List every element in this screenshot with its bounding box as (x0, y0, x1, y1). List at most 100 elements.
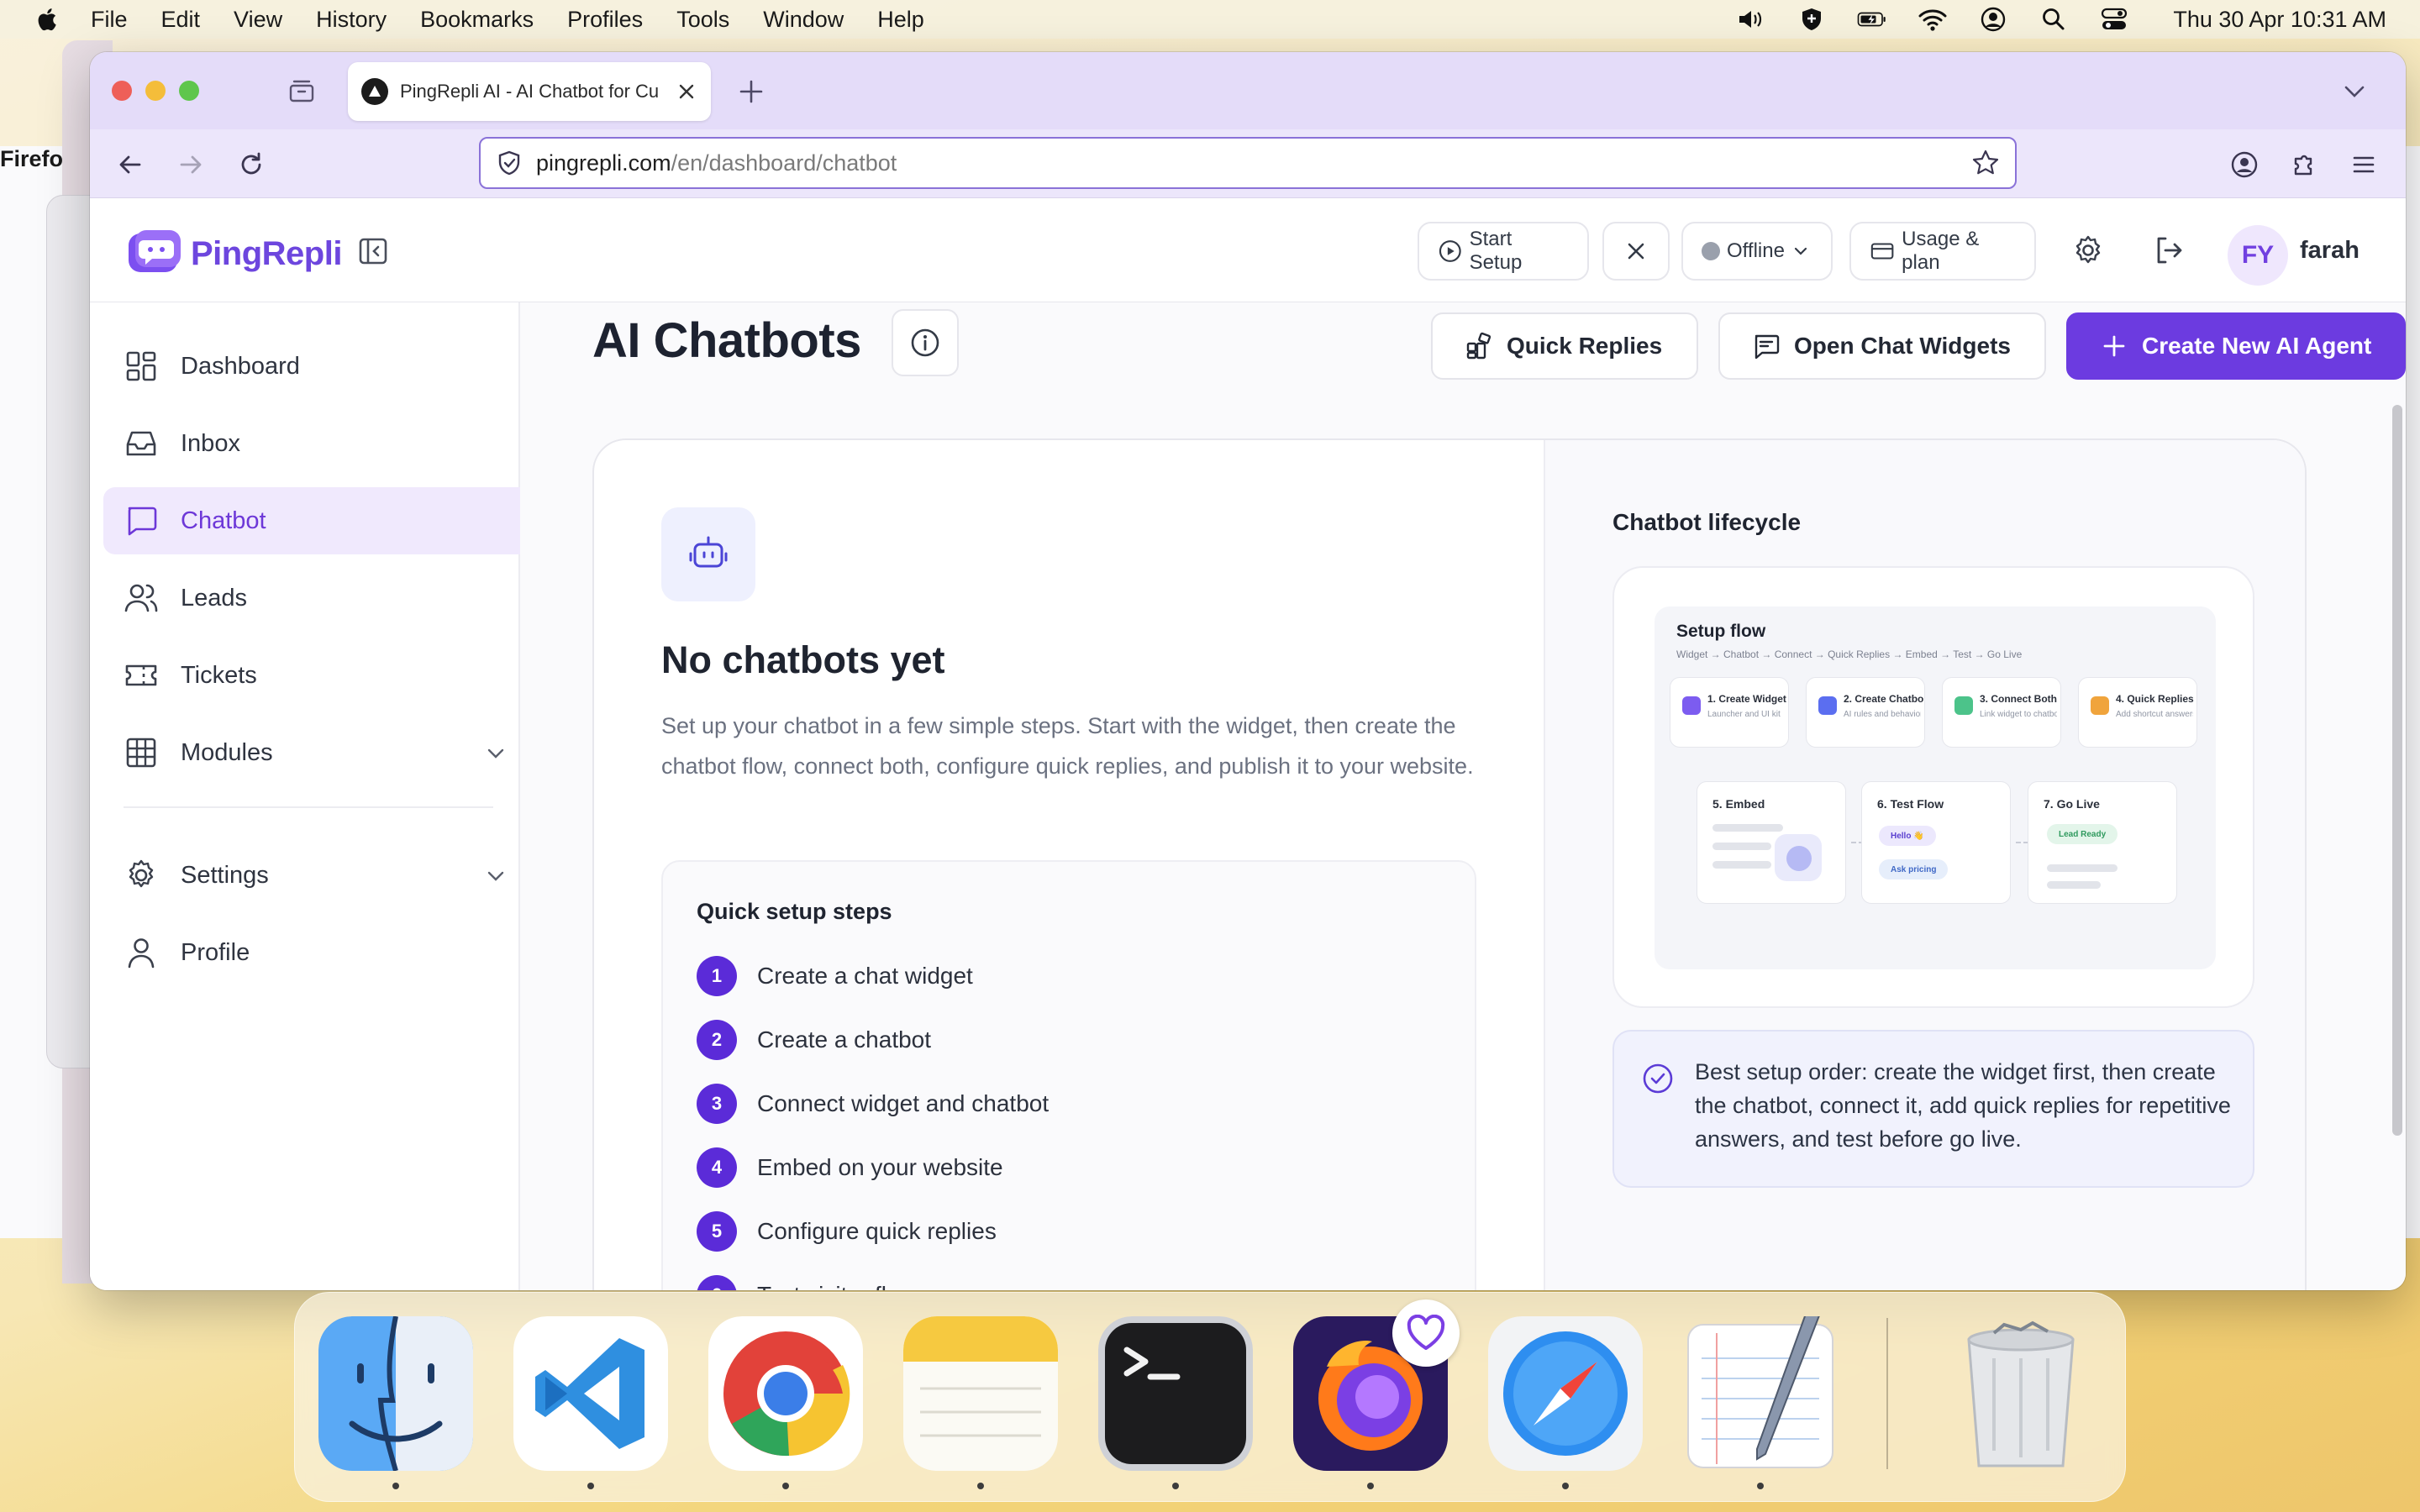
chatbot-lifecycle-panel: Chatbot lifecycle Setup flow Widget → Ch… (1544, 440, 2305, 1290)
sidebar-item-profile[interactable]: Profile (103, 919, 520, 986)
spotlight-search-icon[interactable] (2039, 7, 2069, 32)
menu-history[interactable]: History (316, 7, 387, 33)
flow-step-card: 1. Create Widget Launcher and UI kit (1670, 677, 1789, 748)
window-close-button[interactable] (112, 81, 132, 101)
navigation-toolbar: pingrepli.com/en/dashboard/chatbot (90, 129, 2406, 198)
volume-icon[interactable] (1736, 7, 1766, 32)
wifi-icon[interactable] (1918, 7, 1948, 32)
user-account-icon[interactable] (1978, 7, 2008, 32)
sidebar-item-chatbot[interactable]: Chatbot (103, 487, 520, 554)
menu-file[interactable]: File (91, 7, 128, 33)
tab-close-icon[interactable] (676, 81, 697, 102)
browser-tab-active[interactable]: PingRepli AI - AI Chatbot for Cu (348, 62, 711, 121)
sidebar-item-label: Profile (181, 938, 250, 966)
extensions-puzzle-icon[interactable] (2288, 148, 2322, 181)
dock-notes-icon[interactable] (903, 1316, 1058, 1471)
menu-window[interactable]: Window (763, 7, 844, 33)
brand-logo[interactable]: PingRepli (127, 228, 342, 279)
dock-textedit-icon[interactable] (1683, 1303, 1838, 1471)
app-menu-hamburger-icon[interactable] (2347, 148, 2381, 181)
new-tab-icon[interactable] (737, 77, 765, 106)
play-circle-icon (1439, 240, 1461, 262)
user-name[interactable]: farah (2300, 237, 2360, 265)
dock-terminal-icon[interactable] (1098, 1316, 1253, 1471)
vpn-shield-icon[interactable] (1797, 7, 1827, 32)
check-circle-icon (1643, 1063, 1673, 1094)
users-icon (124, 584, 158, 612)
page-scrollbar[interactable] (2392, 405, 2402, 1136)
window-minimize-button[interactable] (145, 81, 166, 101)
sidebar-item-settings[interactable]: Settings (103, 842, 520, 909)
inbox-icon (126, 431, 156, 456)
dock-trash-icon[interactable] (1944, 1316, 2098, 1471)
open-chat-widgets-label: Open Chat Widgets (1794, 333, 2011, 359)
menu-view[interactable]: View (234, 7, 282, 33)
menu-edit[interactable]: Edit (161, 7, 201, 33)
flow-step-sub: Add shortcut answers (2116, 710, 2193, 719)
site-security-shield-icon[interactable] (496, 150, 523, 176)
sidebar-item-modules[interactable]: Modules (103, 719, 520, 786)
flow-step-card: 4. Quick Replies Add shortcut answers (2078, 677, 2197, 748)
window-zoom-button[interactable] (179, 81, 199, 101)
dock-firefox-icon[interactable] (1293, 1299, 1460, 1471)
bot-icon-tile (661, 507, 755, 601)
reload-icon[interactable] (234, 148, 268, 181)
flow-step-label: 5. Embed (1712, 797, 1765, 811)
usage-plan-label: Usage & plan (1902, 228, 1980, 274)
tab-overflow-chevron-icon[interactable] (2340, 77, 2369, 106)
sidebar-item-label: Dashboard (181, 352, 300, 380)
menu-tools[interactable]: Tools (676, 7, 729, 33)
settings-gear-icon[interactable] (2065, 227, 2112, 274)
close-setup-button[interactable] (1602, 222, 1670, 281)
apple-logo-icon[interactable] (34, 5, 62, 34)
logout-icon[interactable] (2145, 227, 2192, 274)
dock-vscode-icon[interactable] (513, 1316, 668, 1471)
dock-finder-icon[interactable] (318, 1316, 473, 1471)
account-icon[interactable] (2228, 148, 2261, 181)
flow-step-embed: 5. Embed (1697, 781, 1846, 904)
step-number: 5 (697, 1211, 737, 1252)
control-center-icon[interactable] (2099, 7, 2129, 32)
status-dropdown[interactable]: Offline (1681, 222, 1833, 281)
menu-clock[interactable]: Thu 30 Apr 10:31 AM (2173, 7, 2386, 33)
back-arrow-icon[interactable] (113, 148, 147, 181)
flow-step-card: 3. Connect Both Link widget to chatbot (1942, 677, 2061, 748)
empty-state-title: No chatbots yet (661, 638, 945, 681)
sidebar-divider (124, 806, 493, 808)
bookmark-star-icon[interactable] (1971, 149, 2000, 177)
credit-card-icon (1870, 243, 1894, 260)
flow-step-go-live: 7. Go Live Lead Ready (2028, 781, 2177, 904)
menu-help[interactable]: Help (877, 7, 924, 33)
user-avatar[interactable]: FY (2228, 225, 2288, 286)
main-content: AI Chatbots Quick Replies Open Chat Widg… (522, 302, 2406, 1290)
create-new-ai-agent-button[interactable]: Create New AI Agent (2066, 312, 2406, 380)
setup-step: 3 Connect widget and chatbot (697, 1084, 1049, 1124)
address-bar[interactable]: pingrepli.com/en/dashboard/chatbot (479, 137, 2017, 189)
lifecycle-label: Chatbot lifecycle (1612, 509, 1802, 535)
flow-step-card: 2. Create Chatbo AI rules and behavior (1806, 677, 1925, 748)
tab-list-icon[interactable] (285, 76, 318, 106)
menu-bookmarks[interactable]: Bookmarks (420, 7, 534, 33)
status-dot (1702, 242, 1720, 260)
forward-arrow-icon[interactable] (174, 148, 208, 181)
usage-plan-button[interactable]: Usage & plan (1849, 222, 2036, 281)
sidebar-item-leads[interactable]: Leads (103, 564, 520, 632)
step-label: Test visitor flow (757, 1282, 917, 1290)
sidebar-collapse-icon[interactable] (357, 235, 389, 267)
info-button[interactable] (892, 309, 959, 376)
sidebar-item-dashboard[interactable]: Dashboard (103, 333, 520, 400)
sidebar-item-tickets[interactable]: Tickets (103, 642, 520, 709)
sidebar-item-inbox[interactable]: Inbox (103, 410, 520, 477)
open-chat-widgets-button[interactable]: Open Chat Widgets (1718, 312, 2046, 380)
start-setup-button[interactable]: Start Setup (1418, 222, 1589, 281)
dock-chrome-icon[interactable] (708, 1316, 863, 1471)
status-chip: Lead Ready (2047, 824, 2118, 844)
menu-profiles[interactable]: Profiles (567, 7, 643, 33)
create-new-ai-agent-label: Create New AI Agent (2142, 333, 2372, 359)
chat-chip: Ask pricing (1879, 859, 1949, 879)
chatbot-step-icon (1818, 696, 1837, 715)
battery-icon[interactable] (1857, 7, 1887, 32)
brand-name: PingRepli (191, 234, 342, 272)
quick-replies-button[interactable]: Quick Replies (1431, 312, 1698, 380)
dock-safari-icon[interactable] (1488, 1316, 1643, 1471)
